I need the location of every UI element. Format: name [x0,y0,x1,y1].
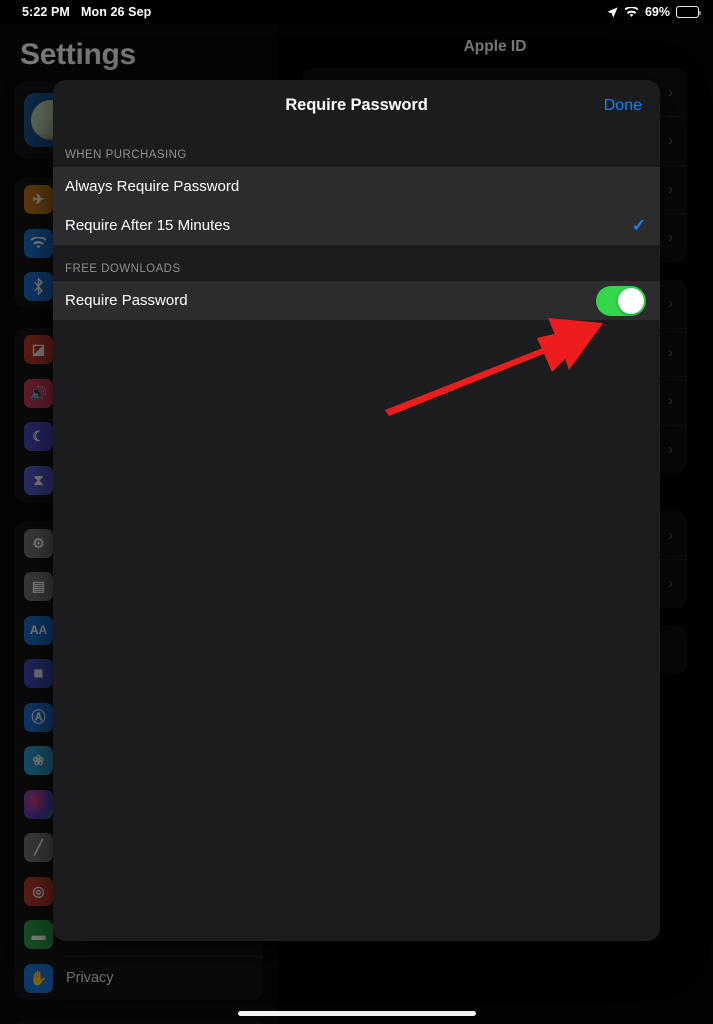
section-when-purchasing: Always Require Password Require After 15… [53,167,660,245]
siri-icon [24,789,53,819]
option-require-after-15-minutes[interactable]: Require After 15 Minutes ✓ [53,206,660,245]
sidebar-item-privacy[interactable]: ✋ Privacy [14,957,263,1000]
pencil-icon: ╱ [24,833,53,862]
bluetooth-icon [24,272,53,301]
option-always-require-password[interactable]: Always Require Password [53,167,660,206]
status-bar: 5:22 PM Mon 26 Sep 69% [0,0,713,24]
chevron-right-icon: › [668,392,673,409]
checkmark-icon: ✓ [631,216,646,235]
chevron-right-icon: › [668,575,673,592]
airplane-icon: ✈ [24,185,53,214]
done-button[interactable]: Done [604,97,642,115]
chevron-right-icon: › [668,132,673,149]
detail-pane-title: Apple ID [463,38,527,55]
control-center-icon: ▤ [24,572,53,601]
accessibility-icon: Ⓐ [24,702,53,732]
page-title: Settings [20,38,136,71]
hourglass-icon: ⧗ [24,465,53,495]
home-screen-grid-icon: ▦ [24,659,53,688]
wifi-icon [624,6,639,18]
chevron-right-icon: › [668,440,673,458]
location-arrow-icon [607,6,618,18]
row-label: Require Password [65,292,188,309]
option-label: Always Require Password [65,178,240,195]
section-header-free-downloads: FREE DOWNLOADS [65,263,181,275]
fingerprint-icon: ◎ [24,876,53,906]
battery-percent: 69% [644,5,670,19]
status-date: Mon 26 Sep [80,5,152,19]
section-free-downloads: Require Password [53,281,660,320]
sidebar-item-label: Privacy [66,970,114,986]
battery-icon: ▬ [24,920,53,949]
wifi-icon [24,228,53,258]
chevron-right-icon: › [668,343,673,361]
display-aa-icon: AA [24,615,53,645]
chevron-right-icon: › [668,83,673,101]
status-bar-left: 5:22 PM Mon 26 Sep [22,5,151,19]
wallpaper-icon: ❀ [24,746,53,775]
modal-title: Require Password [285,96,428,114]
notifications-icon: ◪ [24,335,53,364]
chevron-right-icon: › [668,229,673,246]
chevron-right-icon: › [668,526,673,544]
gear-icon: ⚙ [24,528,53,558]
require-password-switch[interactable] [596,285,646,316]
switch-knob [618,287,644,314]
option-label: Require After 15 Minutes [65,217,231,234]
home-indicator[interactable] [237,1011,476,1016]
row-require-password-toggle[interactable]: Require Password [53,281,660,320]
status-bar-right: 69% [607,5,702,19]
ipad-settings-screen: Settings ✈ ◪ 🔊 ☾ ⧗ ⚙ ▤ AA ▦ Ⓐ ❀ ╱ ◎ ▬ ✋ … [0,0,713,1024]
sounds-icon: 🔊 [24,378,53,408]
hand-icon: ✋ [24,963,53,993]
modal-navigation-bar: Require Password Done [53,80,660,131]
sidebar-item-app-store[interactable]: A [14,1020,263,1024]
focus-moon-icon: ☾ [24,422,53,451]
status-time: 5:22 PM [22,5,70,19]
battery-icon [676,6,702,18]
chevron-right-icon: › [668,180,673,198]
require-password-modal: Require Password Done WHEN PURCHASING Al… [53,80,660,941]
chevron-right-icon: › [668,295,673,312]
sidebar-group-apps: A [14,1019,263,1024]
section-header-when-purchasing: WHEN PURCHASING [65,149,187,161]
